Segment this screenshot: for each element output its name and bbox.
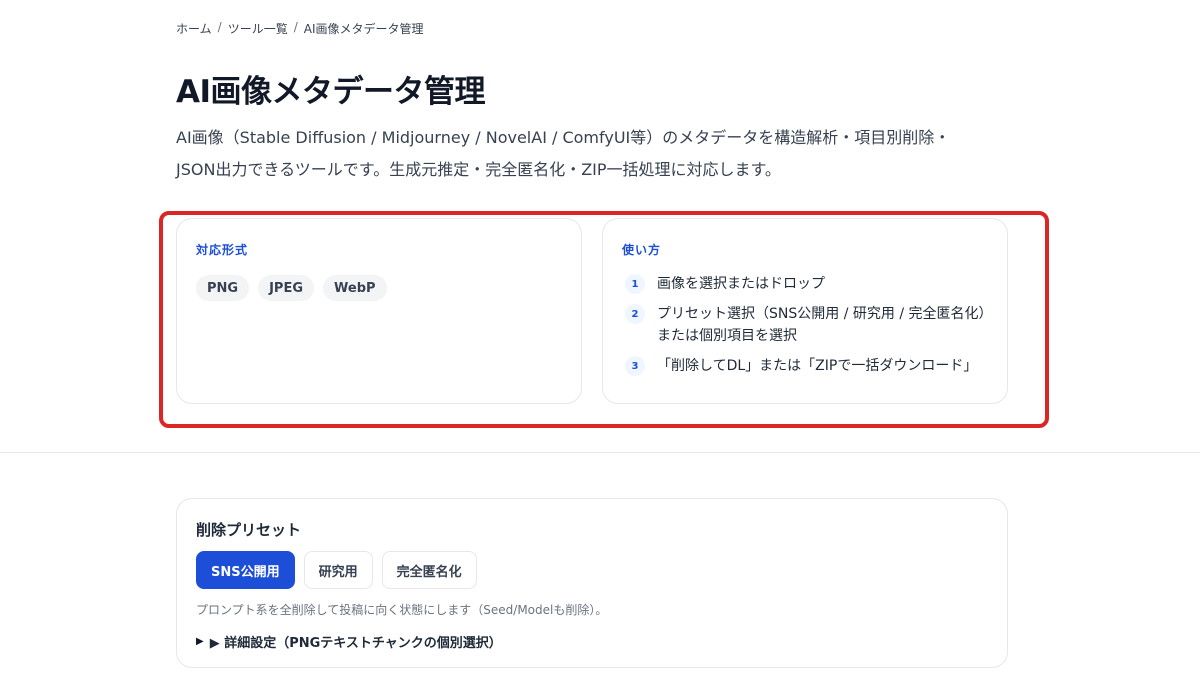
advanced-settings-toggle[interactable]: ▶ ▶ 詳細設定（PNGテキストチャンクの個別選択） — [196, 632, 502, 651]
breadcrumb-home[interactable]: ホーム — [176, 20, 212, 37]
breadcrumb-tools[interactable]: ツール一覧 — [228, 20, 288, 37]
page-title: AI画像メタデータ管理 — [176, 74, 486, 110]
preset-anonymize-button[interactable]: 完全匿名化 — [381, 551, 477, 589]
highlight-annotation-frame — [159, 211, 1049, 428]
intro-line-2: JSON出力できるツールです。生成元推定・完全匿名化・ZIP一括処理に対応します… — [176, 160, 781, 179]
breadcrumb-separator: / — [217, 20, 222, 34]
preset-sns-button[interactable]: SNS公開用 — [196, 551, 295, 589]
preset-research-button[interactable]: 研究用 — [303, 551, 373, 589]
advanced-settings-label: ▶ 詳細設定（PNGテキストチャンクの個別選択） — [209, 636, 502, 651]
section-divider — [0, 452, 1200, 453]
preset-button-group: SNS公開用 研究用 完全匿名化 — [196, 551, 477, 589]
breadcrumb-current: AI画像メタデータ管理 — [303, 22, 424, 36]
intro-text: AI画像（Stable Diffusion / Midjourney / Nov… — [176, 122, 1016, 186]
preset-description: プロンプト系を全削除して投稿に向く状態にします（Seed/Modelも削除）。 — [196, 603, 608, 617]
preset-title: 削除プリセット — [196, 521, 302, 539]
breadcrumb: ホーム / ツール一覧 / AI画像メタデータ管理 — [176, 20, 424, 37]
disclosure-triangle-icon: ▶ — [196, 636, 204, 647]
intro-line-1: AI画像（Stable Diffusion / Midjourney / Nov… — [176, 128, 951, 147]
delete-preset-card: 削除プリセット SNS公開用 研究用 完全匿名化 プロンプト系を全削除して投稿に… — [176, 498, 1008, 668]
breadcrumb-separator: / — [293, 20, 298, 34]
